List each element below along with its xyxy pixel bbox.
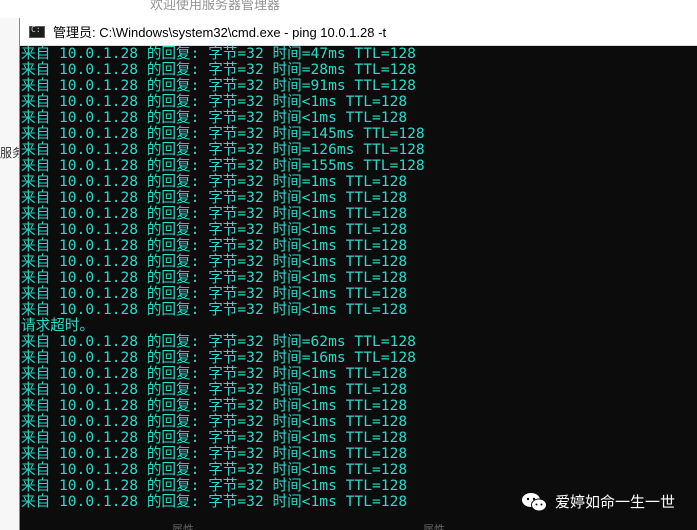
console-line: 来自 10.0.1.28 的回复: 字节=32 时间<1ms TTL=128 xyxy=(21,429,408,446)
background-sidebar: 服务 xyxy=(0,18,19,530)
cmd-window[interactable]: C: 管理员: C:\Windows\system32\cmd.exe - pi… xyxy=(19,18,697,530)
console-line: 来自 10.0.1.28 的回复: 字节=32 时间=16ms TTL=128 xyxy=(21,349,416,366)
watermark: 爱婷如命一生一世 xyxy=(521,491,675,512)
console-line: 来自 10.0.1.28 的回复: 字节=32 时间=91ms TTL=128 xyxy=(21,77,416,94)
background-bottom-label-right: 属性 xyxy=(423,523,445,530)
background-window-title: 欢迎使用服务器管理器 xyxy=(150,0,281,13)
background-sidebar-text: 服务 xyxy=(0,146,19,160)
console-line: 来自 10.0.1.28 的回复: 字节=32 时间<1ms TTL=128 xyxy=(21,461,408,478)
console-line: 来自 10.0.1.28 的回复: 字节=32 时间<1ms TTL=128 xyxy=(21,397,408,414)
console-line: 来自 10.0.1.28 的回复: 字节=32 时间=1ms TTL=128 xyxy=(21,173,408,190)
console-line: 来自 10.0.1.28 的回复: 字节=32 时间=28ms TTL=128 xyxy=(21,61,416,78)
console-line: 来自 10.0.1.28 的回复: 字节=32 时间<1ms TTL=128 xyxy=(21,301,408,318)
console-line: 来自 10.0.1.28 的回复: 字节=32 时间<1ms TTL=128 xyxy=(21,221,408,238)
console-line: 来自 10.0.1.28 的回复: 字节=32 时间<1ms TTL=128 xyxy=(21,413,408,430)
console-line: 来自 10.0.1.28 的回复: 字节=32 时间<1ms TTL=128 xyxy=(21,285,408,302)
watermark-text: 爱婷如命一生一世 xyxy=(554,493,675,511)
wechat-icon xyxy=(521,492,547,511)
console-line: 来自 10.0.1.28 的回复: 字节=32 时间<1ms TTL=128 xyxy=(21,189,408,206)
console-line: 来自 10.0.1.28 的回复: 字节=32 时间<1ms TTL=128 xyxy=(21,445,408,462)
console-line: 来自 10.0.1.28 的回复: 字节=32 时间=155ms TTL=128 xyxy=(21,157,425,174)
cmd-prompt-glyph: C: xyxy=(31,24,41,34)
window-title: 管理员: C:\Windows\system32\cmd.exe - ping … xyxy=(53,25,387,40)
console-line: 来自 10.0.1.28 的回复: 字节=32 时间=145ms TTL=128 xyxy=(21,125,425,142)
console-line: 来自 10.0.1.28 的回复: 字节=32 时间=62ms TTL=128 xyxy=(21,333,416,350)
console-line: 请求超时。 xyxy=(21,317,94,334)
cmd-icon: C: xyxy=(29,24,45,38)
console-line: 来自 10.0.1.28 的回复: 字节=32 时间<1ms TTL=128 xyxy=(21,269,408,286)
console-line: 来自 10.0.1.28 的回复: 字节=32 时间<1ms TTL=128 xyxy=(21,205,408,222)
console-line: 来自 10.0.1.28 的回复: 字节=32 时间=47ms TTL=128 xyxy=(21,46,416,62)
console-line: 来自 10.0.1.28 的回复: 字节=32 时间<1ms TTL=128 xyxy=(21,253,408,270)
console-line: 来自 10.0.1.28 的回复: 字节=32 时间<1ms TTL=128 xyxy=(21,237,408,254)
console-line: 来自 10.0.1.28 的回复: 字节=32 时间=126ms TTL=128 xyxy=(21,141,425,158)
console-line: 来自 10.0.1.28 的回复: 字节=32 时间<1ms TTL=128 xyxy=(21,381,408,398)
background-bottom-label-left: 属性 xyxy=(172,523,194,530)
console-line: 来自 10.0.1.28 的回复: 字节=32 时间<1ms TTL=128 xyxy=(21,365,408,382)
title-bar[interactable]: C: 管理员: C:\Windows\system32\cmd.exe - pi… xyxy=(20,18,697,46)
console-line: 来自 10.0.1.28 的回复: 字节=32 时间<1ms TTL=128 xyxy=(21,93,408,110)
desktop: 欢迎使用服务器管理器 服务 C: 管理员: C:\Windows\system3… xyxy=(0,0,697,530)
console-line: 来自 10.0.1.28 的回复: 字节=32 时间<1ms TTL=128 xyxy=(21,109,408,126)
background-window-header: 欢迎使用服务器管理器 xyxy=(0,0,697,18)
console-output[interactable]: 来自 10.0.1.28 的回复: 字节=32 时间=47ms TTL=128 来… xyxy=(20,46,697,530)
